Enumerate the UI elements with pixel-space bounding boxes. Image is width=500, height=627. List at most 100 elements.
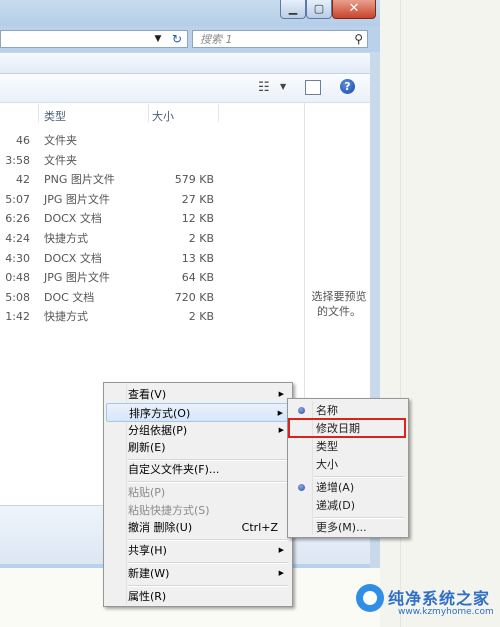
menu-item-paste[interactable]: 粘贴(P) [106,483,290,502]
file-row[interactable]: 5:08 DOC 文档 720 KB [0,288,304,307]
file-size: 13 KB [181,251,214,265]
menu-item-label: 共享(H) [128,544,167,557]
maximize-button[interactable]: ▢ [306,0,332,19]
menu-item-sort[interactable]: 排序方式(O) ▶ [106,403,290,422]
submenu-arrow-icon: ▶ [278,390,284,398]
keyboard-shortcut: Ctrl+Z [241,521,278,534]
sort-item-more[interactable]: 更多(M)... [290,518,406,537]
file-modified-time: 4:24 [5,232,30,245]
search-input[interactable]: 搜索 1 ⚲ [192,30,368,48]
column-divider[interactable] [148,104,149,122]
preview-pane-icon[interactable] [305,80,321,95]
file-type: DOC 文档 [44,290,95,304]
chevron-down-icon[interactable]: ▼ [280,82,286,91]
menu-item-view[interactable]: 查看(V) ▶ [106,385,290,404]
file-size [150,151,214,170]
file-type: 文件夹 [44,134,77,147]
radio-bullet-icon [298,484,305,491]
help-icon[interactable]: ? [340,79,355,94]
command-bar: ☷ ▼ ? [0,74,370,103]
file-size [150,131,214,150]
menu-item-refresh[interactable]: 刷新(E) [106,438,290,457]
file-row[interactable]: 4:24 快捷方式 2 KB [0,229,304,248]
file-type: PNG 图片文件 [44,173,115,187]
file-size: 2 KB [188,232,214,245]
sort-item-type[interactable]: 类型 [290,437,406,456]
file-type: 快捷方式 [44,310,88,324]
file-row[interactable]: 42 PNG 图片文件 579 KB [0,170,304,189]
file-row[interactable]: 6:26 DOCX 文档 12 KB [0,209,304,228]
watermark-title: 纯净系统之家 [388,589,491,608]
file-type: DOCX 文档 [44,212,102,226]
file-size: 720 KB [174,290,214,304]
sort-item-ascending[interactable]: 递增(A) [290,478,406,497]
radio-bullet-icon [298,407,305,414]
file-row[interactable]: 3:58 文件夹 [0,151,304,170]
menu-band [0,52,370,74]
change-view-icon[interactable]: ☷ [258,80,270,95]
menu-item-customize[interactable]: 自定义文件夹(F)... [106,460,290,479]
close-icon: ✕ [348,1,360,16]
file-modified-time: 3:58 [5,153,30,167]
menu-item-undo-delete[interactable]: 撤消 删除(U) Ctrl+Z [106,518,290,537]
file-row[interactable]: 4:30 DOCX 文档 13 KB [0,249,304,268]
file-modified-time: 4:30 [5,251,30,265]
file-modified-time: 6:26 [5,212,30,226]
menu-item-label: 递增(A) [316,481,355,494]
minimize-button[interactable]: ▁ [280,0,306,19]
file-modified-time: 5:08 [5,290,30,304]
column-divider[interactable] [218,104,219,122]
sort-item-descending[interactable]: 递减(D) [290,496,406,515]
submenu-arrow-icon: ▶ [278,569,284,577]
menu-item-label: 撤消 删除(U) [128,521,193,534]
menu-item-label: 属性(R) [128,590,167,603]
address-bar[interactable]: ▼ [0,30,188,48]
menu-item-label: 查看(V) [128,388,167,401]
chevron-down-icon[interactable]: ▼ [151,31,165,47]
file-type: JPG 图片文件 [44,271,110,285]
menu-item-label: 粘贴(P) [128,486,166,499]
maximize-icon: ▢ [313,2,325,15]
menu-item-label: 类型 [316,440,338,453]
column-header-size[interactable]: 大小 [152,108,174,126]
column-divider[interactable] [38,104,39,122]
column-header-type[interactable]: 类型 [44,108,66,126]
refresh-icon: ↻ [171,32,183,46]
menu-item-label: 递减(D) [316,499,356,512]
file-row[interactable]: 0:48 JPG 图片文件 64 KB [0,268,304,287]
search-icon[interactable]: ⚲ [354,32,363,47]
watermark-url: www.kzmyhome.com [398,607,494,617]
menu-item-label: 更多(M)... [316,521,367,534]
menu-item-label: 大小 [316,458,338,471]
file-size: 27 KB [181,192,214,206]
menu-item-share[interactable]: 共享(H) ▶ [106,541,290,560]
file-type: 快捷方式 [44,232,88,245]
menu-item-label: 刷新(E) [128,441,166,454]
file-modified-time: 0:48 [5,271,30,285]
highlight-annotation-box [288,418,406,438]
file-type: DOCX 文档 [44,251,102,265]
file-type: JPG 图片文件 [44,192,110,206]
submenu-arrow-icon: ▶ [278,546,284,554]
context-menu: 查看(V) ▶ 排序方式(O) ▶ 分组依据(P) ▶ 刷新(E) 自定义文件夹(F)… [103,382,293,607]
file-row[interactable]: 46 文件夹 [0,131,304,150]
file-size: 12 KB [181,212,214,226]
file-modified-time: 1:42 [5,310,30,324]
file-size: 2 KB [188,310,214,324]
menu-item-properties[interactable]: 属性(R) [106,587,290,606]
preview-message: 选择要预览的文件。 [311,290,367,318]
menu-item-label: 自定义文件夹(F)... [128,463,220,476]
menu-item-new[interactable]: 新建(W) ▶ [106,564,290,583]
file-row[interactable]: 1:42 快捷方式 2 KB [0,307,304,326]
file-modified-time: 42 [16,173,30,187]
file-size: 64 KB [181,271,214,285]
file-modified-time: 46 [16,134,30,147]
menu-item-label: 新建(W) [128,567,170,580]
close-button[interactable]: ✕ [332,0,376,19]
file-row[interactable]: 5:07 JPG 图片文件 27 KB [0,190,304,209]
refresh-button[interactable]: ↻ [168,31,186,47]
sort-item-size[interactable]: 大小 [290,455,406,474]
watermark-logo-inner [363,591,377,605]
file-type: 文件夹 [44,153,77,167]
file-modified-time: 5:07 [5,192,30,206]
